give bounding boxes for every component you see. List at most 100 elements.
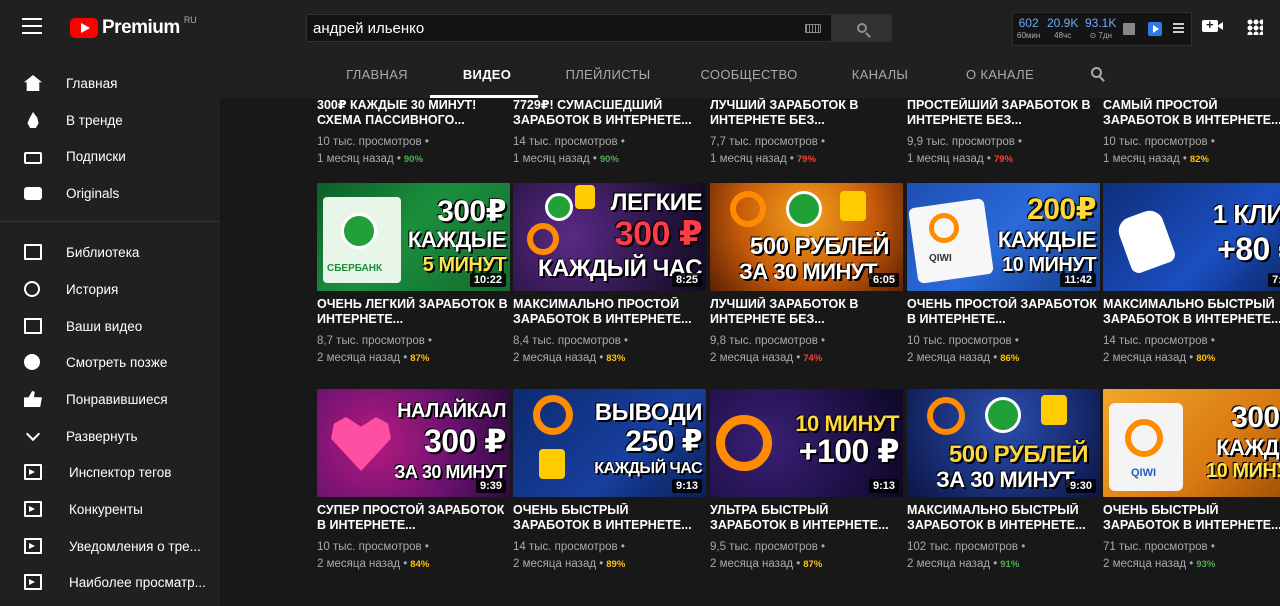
thumb-line: 300₽ xyxy=(1231,401,1280,434)
list-icon[interactable] xyxy=(1173,23,1184,33)
sidebar-item-most-viewed[interactable]: Наиболее просматр... xyxy=(0,564,220,600)
video-title[interactable]: МАКСИМАЛЬНО БЫСТРЫЙ ЗАРАБОТОК В ИНТЕРНЕТ… xyxy=(1103,297,1280,327)
video-title[interactable]: ОЧЕНЬ БЫСТРЫЙ ЗАРАБОТОК В ИНТЕРНЕТЕ... xyxy=(1103,503,1280,533)
video-views: 9,5 тыс. просмотров • xyxy=(710,541,826,553)
sidebar-item-tag-inspector[interactable]: Инспектор тегов xyxy=(0,454,220,490)
video-title[interactable]: САМЫЙ ПРОСТОЙ ЗАРАБОТОК В ИНТЕРНЕТЕ... xyxy=(1103,98,1280,128)
video-date: 2 месяца назад • 93% xyxy=(1103,558,1216,570)
youtube-logo[interactable]: Premium RU xyxy=(70,15,197,39)
sberbank-logo-icon xyxy=(985,397,1021,433)
video-thumbnail[interactable]: QIWI 200₽ КАЖДЫЕ 10 МИНУТ 11:42 xyxy=(907,183,1100,291)
video-title[interactable]: МАКСИМАЛЬНО ПРОСТОЙ ЗАРАБОТОК В ИНТЕРНЕТ… xyxy=(513,297,706,327)
video-title[interactable]: ОЧЕНЬ ПРОСТОЙ ЗАРАБОТОК В ИНТЕРНЕТЕ... xyxy=(907,297,1100,327)
hamburger-menu-icon[interactable] xyxy=(22,18,42,38)
video-date: 2 месяца назад • 89% xyxy=(513,558,626,570)
video-rating-pct: 87% xyxy=(803,559,823,570)
sidebar-item-trending[interactable]: В тренде xyxy=(0,102,220,138)
video-date: 2 месяца назад • 83% xyxy=(513,352,626,364)
sidebar-item-trend-alerts[interactable]: Уведомления о тре... xyxy=(0,528,220,564)
youtube-play-icon xyxy=(70,18,98,38)
thumb-brand: QIWI xyxy=(1131,467,1157,479)
keyboard-icon[interactable] xyxy=(805,24,821,33)
thumb-line: ЗА 30 МИНУТ xyxy=(738,259,878,284)
thumb-line: КАЖДЫ xyxy=(1216,435,1280,460)
video-thumbnail[interactable]: СБЕРБАНК 300₽ КАЖДЫЕ 5 МИНУТ 10:22 xyxy=(317,183,510,291)
video-thumbnail[interactable]: ВЫВОДИ 250 ₽ КАЖДЫЙ ЧАС 9:13 xyxy=(513,389,706,497)
tab-channels[interactable]: КАНАЛЫ xyxy=(832,56,928,96)
video-thumbnail[interactable]: 500 РУБЛЕЙ ЗА 30 МИНУТ 6:05 xyxy=(710,183,903,291)
video-views: 8,7 тыс. просмотров • xyxy=(317,335,433,347)
sidebar-item-expand[interactable]: Развернуть xyxy=(0,418,220,454)
create-video-icon[interactable] xyxy=(1202,17,1223,32)
sidebar-item-library[interactable]: Библиотека xyxy=(0,234,220,270)
thumb-line: 1 КЛИК xyxy=(1212,199,1280,229)
video-rating-pct: 90% xyxy=(403,154,423,165)
trending-icon xyxy=(27,112,39,128)
thumb-brand: СБЕРБАНК xyxy=(327,263,383,274)
qiwi-logo-icon xyxy=(730,191,766,227)
search-box xyxy=(306,14,832,42)
hand-cursor-icon xyxy=(1114,206,1178,276)
sidebar-item-label: Уведомления о тре... xyxy=(69,538,201,554)
video-title[interactable]: 7729₽! СУМАСШЕДШИЙ ЗАРАБОТОК В ИНТЕРНЕТЕ… xyxy=(513,98,706,128)
video-rating-pct: 86% xyxy=(1000,353,1020,364)
sidebar-item-home[interactable]: Главная xyxy=(0,65,220,101)
video-title[interactable]: УЛЬТРА БЫСТРЫЙ ЗАРАБОТОК В ИНТЕРНЕТЕ... xyxy=(710,503,903,533)
search-button[interactable] xyxy=(832,14,892,42)
video-title[interactable]: МАКСИМАЛЬНО БЫСТРЫЙ ЗАРАБОТОК В ИНТЕРНЕТ… xyxy=(907,503,1100,533)
video-date: 1 месяц назад • 79% xyxy=(710,153,816,165)
thumb-line: 10 МИНУТ xyxy=(1206,460,1280,482)
chart-icon[interactable] xyxy=(1123,23,1135,35)
tab-about[interactable]: О КАНАЛЕ xyxy=(944,56,1056,96)
sidebar-item-your-videos[interactable]: Ваши видео xyxy=(0,308,220,344)
video-date: 2 месяца назад • 74% xyxy=(710,352,823,364)
apps-grid-icon[interactable] xyxy=(1247,19,1263,35)
video-rating-pct: 91% xyxy=(1000,559,1020,570)
sidebar-item-originals[interactable]: Originals xyxy=(0,175,220,211)
thumb-line: 500 РУБЛЕЙ xyxy=(948,441,1089,468)
video-thumbnail[interactable]: 10 МИНУТ +100 ₽ 9:13 xyxy=(710,389,903,497)
video-title[interactable]: ЛУЧШИЙ ЗАРАБОТОК В ИНТЕРНЕТЕ БЕЗ... xyxy=(710,98,903,128)
channel-search-icon[interactable] xyxy=(1091,67,1105,82)
video-views: 10 тыс. просмотров • xyxy=(317,541,429,553)
video-title[interactable]: ОЧЕНЬ БЫСТРЫЙ ЗАРАБОТОК В ИНТЕРНЕТЕ... xyxy=(513,503,706,533)
wallet-icon xyxy=(1041,395,1067,425)
thumb-line: +80 ₽ xyxy=(1217,231,1280,267)
tab-community[interactable]: СООБЩЕСТВО xyxy=(682,56,816,96)
stat-48h: 20.9K 48чс xyxy=(1047,16,1079,40)
tab-videos[interactable]: ВИДЕО xyxy=(436,56,538,96)
tab-home[interactable]: ГЛАВНАЯ xyxy=(328,56,426,96)
wallet-icon xyxy=(840,191,866,221)
sidebar-item-competitors[interactable]: Конкуренты xyxy=(0,491,220,527)
sidebar-item-liked[interactable]: Понравившиеся xyxy=(0,381,220,417)
video-views: 10 тыс. просмотров • xyxy=(317,136,429,148)
sidebar-item-history[interactable]: История xyxy=(0,271,220,307)
sidebar-item-watch-later[interactable]: Смотреть позже xyxy=(0,344,220,380)
stats-widget[interactable]: 602 60мин 20.9K 48чс 93.1K ⊙ 7дн xyxy=(1012,12,1192,46)
liked-icon xyxy=(24,391,42,407)
video-title[interactable]: ПРОСТЕЙШИЙ ЗАРАБОТОК В ИНТЕРНЕТЕ БЕЗ... xyxy=(907,98,1100,128)
wallet-icon xyxy=(575,185,595,209)
video-title[interactable]: 300₽ КАЖДЫЕ 30 МИНУТ! СХЕМА ПАССИВНОГО..… xyxy=(317,98,510,128)
extension-play-icon[interactable] xyxy=(1148,22,1162,36)
video-thumbnail[interactable]: ЛЕГКИЕ 300 ₽ КАЖДЫЙ ЧАС 8:25 xyxy=(513,183,706,291)
video-thumbnail[interactable]: 500 РУБЛЕЙ ЗА 30 МИНУТ 9:30 xyxy=(907,389,1100,497)
history-icon xyxy=(24,281,40,297)
tab-playlists[interactable]: ПЛЕЙЛИСТЫ xyxy=(548,56,668,96)
thumb-line: ЛЕГКИЕ xyxy=(610,189,703,216)
sidebar-item-label: Развернуть xyxy=(66,428,138,444)
video-date: 1 месяц назад • 90% xyxy=(317,153,423,165)
video-title[interactable]: ЛУЧШИЙ ЗАРАБОТОК В ИНТЕРНЕТЕ БЕЗ... xyxy=(710,297,903,327)
video-thumbnail[interactable]: НАЛАЙКАЛ 300 ₽ ЗА 30 МИНУТ 9:39 xyxy=(317,389,510,497)
video-thumbnail[interactable]: QIWI 300₽ КАЖДЫ 10 МИНУТ xyxy=(1103,389,1280,497)
qiwi-logo-icon xyxy=(527,223,559,255)
search-input[interactable] xyxy=(307,15,831,41)
video-title[interactable]: ОЧЕНЬ ЛЕГКИЙ ЗАРАБОТОК В ИНТЕРНЕТЕ... xyxy=(317,297,510,327)
video-views: 9,9 тыс. просмотров • xyxy=(907,136,1023,148)
thumb-line: 5 МИНУТ xyxy=(422,254,507,276)
video-rating-pct: 89% xyxy=(606,559,626,570)
video-thumbnail[interactable]: 1 КЛИК +80 ₽ 7:3 xyxy=(1103,183,1280,291)
sidebar-item-subscriptions[interactable]: Подписки xyxy=(0,138,220,174)
video-title[interactable]: СУПЕР ПРОСТОЙ ЗАРАБОТОК В ИНТЕРНЕТЕ... xyxy=(317,503,510,533)
heart-icon xyxy=(331,417,391,471)
